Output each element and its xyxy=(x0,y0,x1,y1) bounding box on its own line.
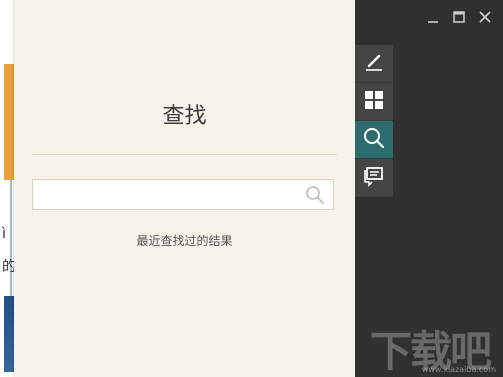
side-toolbar xyxy=(355,45,393,197)
minimize-icon xyxy=(426,9,440,28)
pen-icon xyxy=(363,51,385,77)
document-text-fragment: 的 xyxy=(2,259,14,275)
search-icon xyxy=(362,126,386,154)
maximize-button[interactable] xyxy=(449,8,469,28)
close-icon xyxy=(478,9,492,28)
comment-tool-button[interactable] xyxy=(355,159,393,197)
app-window: ì 的 查找 最近查找过的结果 下载吧 www.xiazaiba.com xyxy=(0,0,503,377)
pen-tool-button[interactable] xyxy=(355,45,393,83)
document-text-fragment: ì xyxy=(2,226,6,242)
search-panel: 查找 最近查找过的结果 xyxy=(14,0,355,377)
document-orange-band xyxy=(4,64,14,180)
search-tool-button[interactable] xyxy=(355,121,393,159)
recent-results-label: 最近查找过的结果 xyxy=(136,234,233,248)
document-blue-block xyxy=(4,296,14,372)
maximize-icon xyxy=(452,9,466,28)
minimize-button[interactable] xyxy=(423,8,443,28)
dark-sidebar xyxy=(355,0,503,377)
panel-title: 查找 xyxy=(162,104,207,129)
document-background: ì 的 xyxy=(0,0,14,377)
search-icon[interactable] xyxy=(305,185,325,205)
panel-divider xyxy=(32,154,337,155)
comment-icon xyxy=(363,165,385,191)
search-box[interactable] xyxy=(32,179,334,211)
grid-icon xyxy=(363,89,385,115)
layout-tool-button[interactable] xyxy=(355,83,393,121)
search-input[interactable] xyxy=(39,180,303,211)
close-button[interactable] xyxy=(475,8,495,28)
